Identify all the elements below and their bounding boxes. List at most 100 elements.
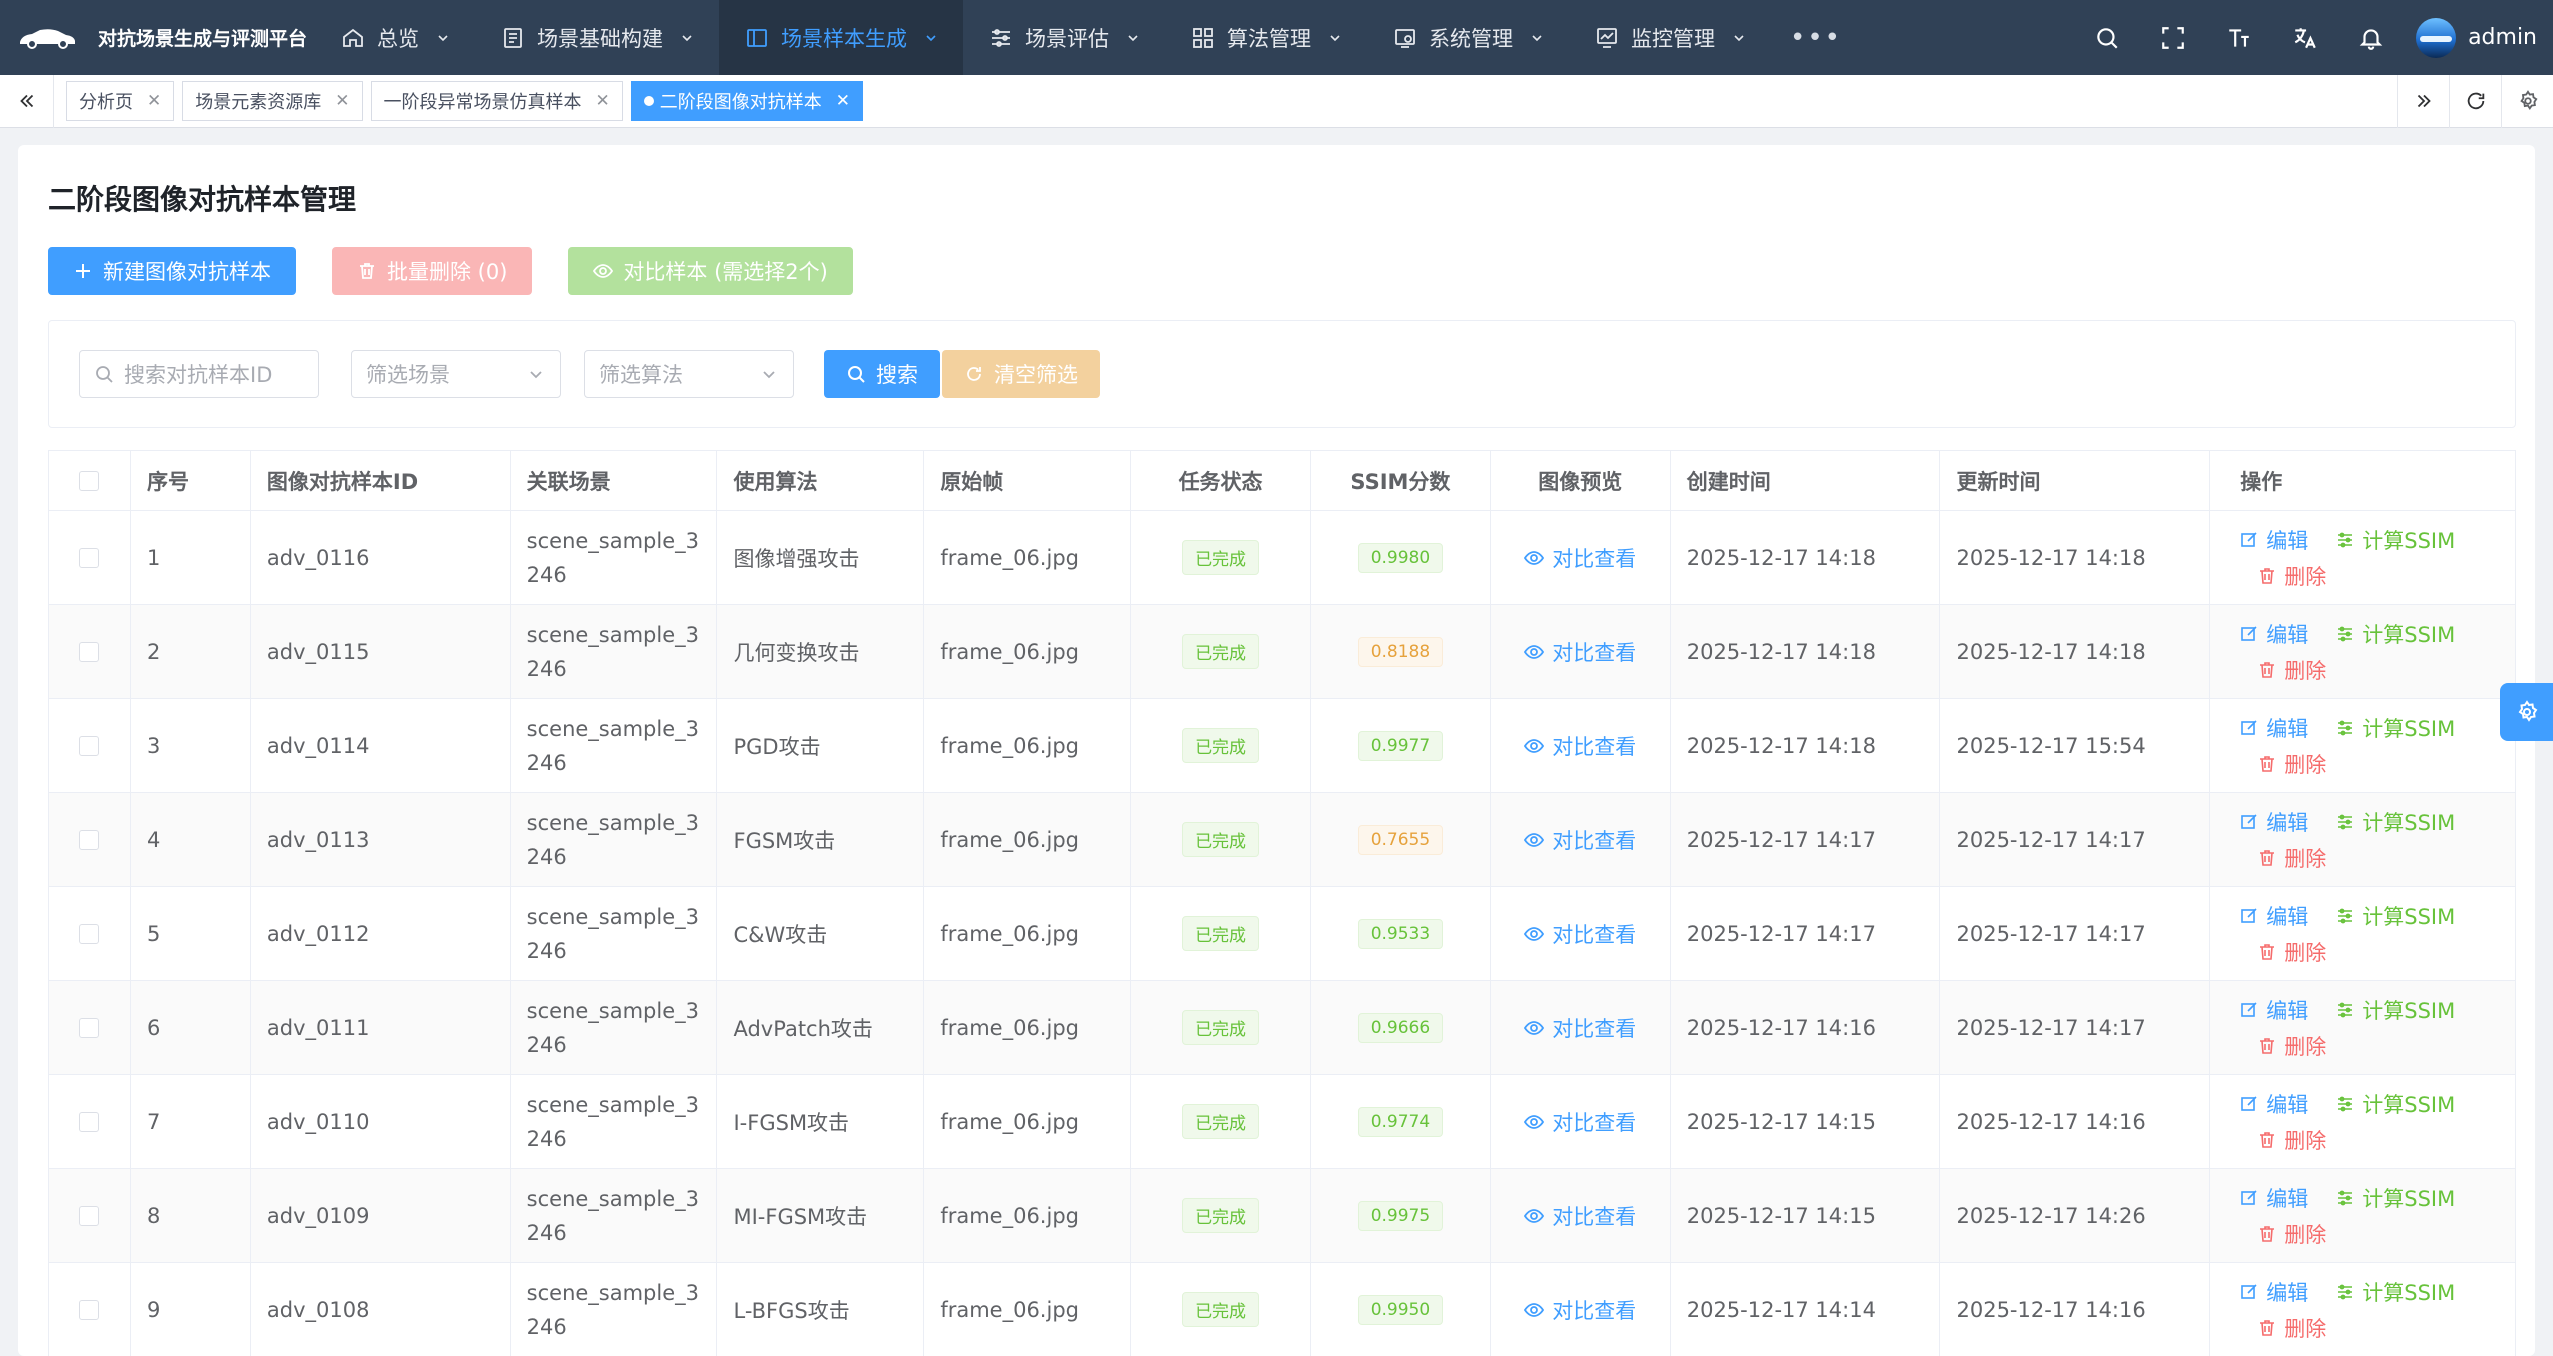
- compare-view-link[interactable]: 对比查看: [1524, 1013, 1636, 1043]
- edit-button[interactable]: 编辑: [2240, 1089, 2308, 1119]
- select-all-checkbox[interactable]: [79, 470, 100, 491]
- more-menu-button[interactable]: •••: [1771, 0, 1861, 75]
- table-row: 3 adv_0114 scene_sample_3246 PGD攻击 frame_06.…: [49, 699, 2515, 793]
- delete-button[interactable]: 删除: [2258, 1219, 2326, 1249]
- delete-button[interactable]: 删除: [2258, 937, 2326, 967]
- row-select-cell: [49, 1263, 131, 1356]
- compute-ssim-label: 计算SSIM: [2362, 904, 2456, 929]
- nav-item-4[interactable]: 场景评估: [963, 0, 1165, 75]
- compute-ssim-label: 计算SSIM: [2362, 622, 2456, 647]
- tag-settings-button[interactable]: [2501, 74, 2553, 128]
- compute-ssim-label: 计算SSIM: [2362, 528, 2456, 553]
- delete-button[interactable]: 删除: [2258, 655, 2326, 685]
- scene-select[interactable]: 筛选场景: [351, 350, 561, 398]
- cell-index: 2: [131, 605, 251, 698]
- refresh-button[interactable]: [2449, 74, 2501, 128]
- compare-view-link[interactable]: 对比查看: [1524, 825, 1636, 855]
- row-checkbox[interactable]: [79, 547, 100, 568]
- row-checkbox[interactable]: [79, 1111, 100, 1132]
- font-size-icon[interactable]: [2206, 0, 2272, 75]
- tab-4[interactable]: 二阶段图像对抗样本 ✕: [630, 81, 863, 121]
- row-checkbox[interactable]: [79, 923, 100, 944]
- edit-button[interactable]: 编辑: [2240, 713, 2308, 743]
- row-checkbox[interactable]: [79, 1205, 100, 1226]
- compute-ssim-button[interactable]: 计算SSIM: [2336, 1183, 2455, 1213]
- delete-button[interactable]: 删除: [2258, 749, 2326, 779]
- compare-view-link[interactable]: 对比查看: [1524, 1107, 1636, 1137]
- nav-item-5[interactable]: 算法管理: [1165, 0, 1367, 75]
- bell-icon[interactable]: [2338, 0, 2404, 75]
- cell-frame: frame_06.jpg: [924, 699, 1132, 792]
- compute-ssim-button[interactable]: 计算SSIM: [2336, 525, 2455, 555]
- nav-item-3[interactable]: 场景样本生成: [719, 0, 963, 75]
- row-checkbox[interactable]: [79, 641, 100, 662]
- plus-icon: [76, 264, 90, 278]
- row-checkbox[interactable]: [79, 1017, 100, 1038]
- delete-button[interactable]: 删除: [2258, 561, 2326, 591]
- compare-view-link[interactable]: 对比查看: [1524, 919, 1636, 949]
- edit-button[interactable]: 编辑: [2240, 901, 2308, 931]
- compare-view-link[interactable]: 对比查看: [1524, 731, 1636, 761]
- window-icon: [747, 28, 767, 47]
- delete-button[interactable]: 删除: [2258, 843, 2326, 873]
- search-button[interactable]: 搜索: [824, 350, 940, 398]
- close-icon[interactable]: ✕: [147, 91, 161, 111]
- close-icon[interactable]: ✕: [836, 91, 850, 111]
- scroll-right-button[interactable]: [2397, 74, 2449, 128]
- status-badge: 已完成: [1182, 1198, 1260, 1233]
- cell-ssim: 0.7655: [1311, 793, 1491, 886]
- close-icon[interactable]: ✕: [596, 91, 610, 111]
- edit-button[interactable]: 编辑: [2240, 1277, 2308, 1307]
- compute-ssim-button[interactable]: 计算SSIM: [2336, 1277, 2455, 1307]
- edit-button[interactable]: 编辑: [2240, 1183, 2308, 1213]
- compare-samples-button[interactable]: 对比样本 (需选择2个): [568, 247, 853, 295]
- tab-3[interactable]: 一阶段异常场景仿真样本 ✕: [370, 81, 623, 121]
- translate-icon[interactable]: [2272, 0, 2338, 75]
- delete-button[interactable]: 删除: [2258, 1313, 2326, 1343]
- row-checkbox[interactable]: [79, 735, 100, 756]
- compute-ssim-button[interactable]: 计算SSIM: [2336, 619, 2455, 649]
- sliders-icon: [2338, 1096, 2353, 1111]
- compute-ssim-button[interactable]: 计算SSIM: [2336, 807, 2455, 837]
- row-actions: 编辑 计算SSIM 删除: [2240, 1180, 2483, 1252]
- nav-item-7[interactable]: 监控管理: [1569, 0, 1771, 75]
- cell-sample-id: adv_0116: [251, 511, 511, 604]
- create-sample-button[interactable]: 新建图像对抗样本: [48, 247, 296, 295]
- edit-button[interactable]: 编辑: [2240, 525, 2308, 555]
- compare-view-link[interactable]: 对比查看: [1524, 637, 1636, 667]
- compute-ssim-button[interactable]: 计算SSIM: [2336, 901, 2455, 931]
- nav-item-1[interactable]: 总览: [315, 0, 475, 75]
- tab-1[interactable]: 分析页 ✕: [66, 81, 175, 121]
- search-icon[interactable]: [2074, 0, 2140, 75]
- row-checkbox[interactable]: [79, 1299, 100, 1320]
- eye-icon: [1524, 550, 1545, 565]
- algorithm-select[interactable]: 筛选算法: [584, 350, 794, 398]
- edit-button[interactable]: 编辑: [2240, 619, 2308, 649]
- edit-button[interactable]: 编辑: [2240, 995, 2308, 1025]
- user-menu[interactable]: admin: [2416, 17, 2537, 58]
- compare-view-link[interactable]: 对比查看: [1524, 1295, 1636, 1325]
- delete-button[interactable]: 删除: [2258, 1031, 2326, 1061]
- nav-item-2[interactable]: 场景基础构建: [475, 0, 719, 75]
- compute-ssim-button[interactable]: 计算SSIM: [2336, 1089, 2455, 1119]
- delete-button[interactable]: 删除: [2258, 1125, 2326, 1155]
- brand[interactable]: 对抗场景生成与评测平台: [0, 0, 315, 75]
- actions-line: 编辑 计算SSIM: [2240, 1274, 2483, 1310]
- batch-delete-button[interactable]: 批量删除 (0): [332, 247, 533, 295]
- row-checkbox[interactable]: [79, 829, 100, 850]
- search-input[interactable]: 搜索对抗样本ID: [79, 350, 319, 398]
- clear-filter-button[interactable]: 清空筛选: [942, 350, 1100, 398]
- edit-button[interactable]: 编辑: [2240, 807, 2308, 837]
- compute-ssim-button[interactable]: 计算SSIM: [2336, 713, 2455, 743]
- fullscreen-icon[interactable]: [2140, 0, 2206, 75]
- scroll-left-button[interactable]: [0, 74, 54, 128]
- compare-view-link[interactable]: 对比查看: [1524, 543, 1636, 573]
- settings-drawer-button[interactable]: [2500, 683, 2553, 741]
- nav-item-6[interactable]: 系统管理: [1367, 0, 1569, 75]
- compute-ssim-button[interactable]: 计算SSIM: [2336, 995, 2455, 1025]
- status-badge: 已完成: [1182, 1104, 1260, 1139]
- compare-view-link[interactable]: 对比查看: [1524, 1201, 1636, 1231]
- cell-sample-id: adv_0109: [251, 1169, 511, 1262]
- tab-2[interactable]: 场景元素资源库 ✕: [182, 81, 363, 121]
- close-icon[interactable]: ✕: [335, 91, 349, 111]
